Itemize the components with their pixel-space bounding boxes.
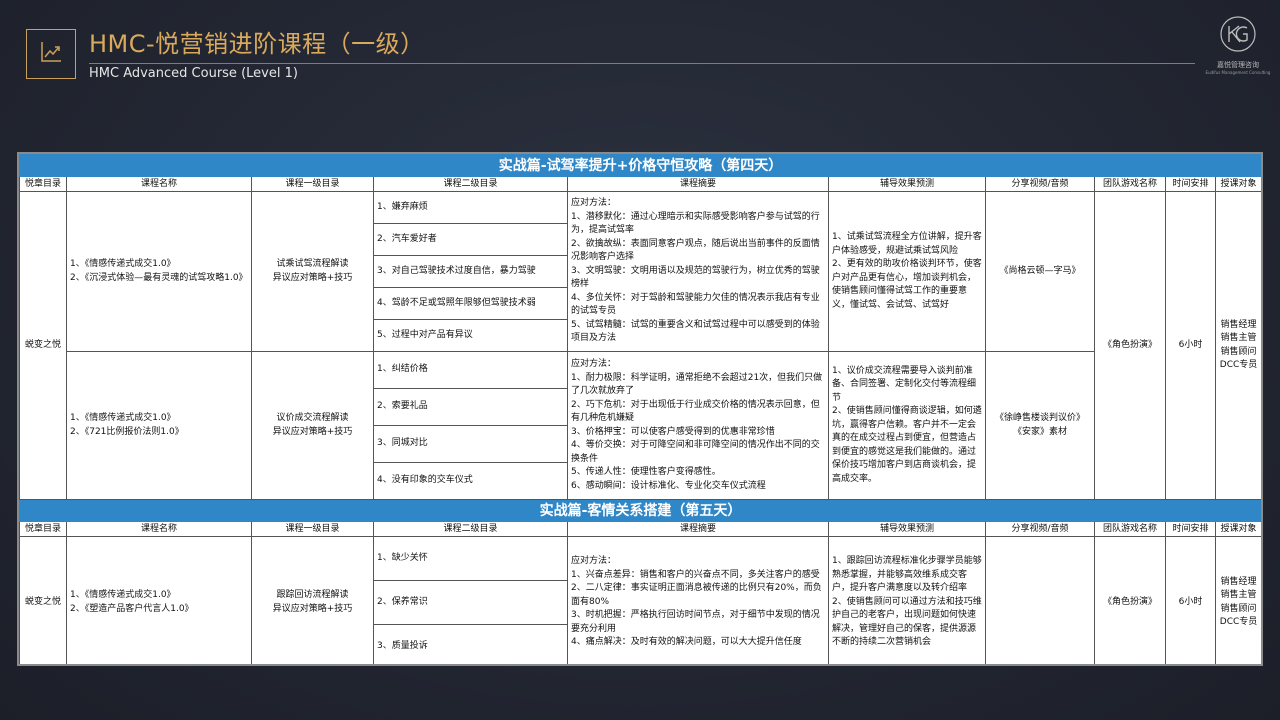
- level1-cell: 议价成交流程解读 异议应对策略+技巧: [251, 351, 374, 500]
- level2-item: 3、对自己驾驶技术过度自信，暴力驾驶: [373, 255, 568, 288]
- col-header: 课程名称: [66, 521, 252, 537]
- table-row: 蜕变之悦 1、《情感传递式成交1.0》 2、《塑造产品客户代言人1.0》 跟踪回…: [19, 536, 1261, 664]
- col-header: 辅导效果预测: [828, 176, 986, 192]
- audience-cell: 销售经理 销售主管 销售顾问 DCC专员: [1214, 536, 1261, 664]
- col-header: 团队游戏名称: [1094, 521, 1166, 537]
- col-header: 课程名称: [66, 176, 252, 192]
- col-header: 团队游戏名称: [1094, 176, 1166, 192]
- level2-item: 1、纠结价格: [373, 351, 568, 389]
- level2-item: 2、索要礼品: [373, 388, 568, 426]
- level2-item: 1、嫌弃麻烦: [373, 191, 568, 224]
- level2-item: 3、质量投诉: [373, 624, 568, 664]
- level1-cell: 跟踪回访流程解读 异议应对策略+技巧: [251, 536, 374, 664]
- level2-item: 5、过程中对产品有异议: [373, 319, 568, 352]
- col-header: 课程一级目录: [251, 176, 374, 192]
- effect-cell: 1、跟踪回访流程标准化步骤学员能够熟悉掌握，并能够高效维系成交客户，提升客户满意…: [828, 536, 986, 664]
- col-header: 授课对象: [1214, 521, 1261, 537]
- audience-cell: 销售经理 销售主管 销售顾问 DCC专员: [1214, 191, 1261, 500]
- table-row: 蜕变之悦 1、《情感传递式成交1.0》 2、《沉浸式体验—最有灵魂的试驾攻略1.…: [19, 191, 1261, 500]
- course-names-cell: 1、《情感传递式成交1.0》 2、《塑造产品客户代言人1.0》: [66, 536, 252, 664]
- level2-item: 4、驾龄不足或驾照年限够但驾驶技术弱: [373, 287, 568, 320]
- chapter-cell: 蜕变之悦: [19, 191, 67, 500]
- col-header: 辅导效果预测: [828, 521, 986, 537]
- day4-banner: 实战篇-试驾率提升+价格守恒攻略（第四天）: [19, 154, 1261, 177]
- summary-cell: 应对方法： 1、潜移默化：通过心理暗示和实际感受影响客户参与试驾的行为，提高试驾…: [567, 191, 829, 352]
- col-header: 时间安排: [1165, 521, 1216, 537]
- day5-banner: 实战篇-客情关系搭建（第五天）: [19, 499, 1261, 522]
- col-header: 课程摘要: [567, 521, 829, 537]
- course-table: 实战篇-试驾率提升+价格守恒攻略（第四天） 悦章目录 课程名称 课程一级目录 课…: [19, 154, 1262, 664]
- effect-cell: 1、试乘试驾流程全方位讲解，提升客户体验感受，规避试乘试驾风险 2、更有效的助攻…: [828, 191, 986, 352]
- page-subtitle: HMC Advanced Course (Level 1): [89, 66, 298, 81]
- course-names-cell: 1、《情感传递式成交1.0》 2、《沉浸式体验—最有灵魂的试驾攻略1.0》: [66, 191, 252, 352]
- table-header-row: 悦章目录 课程名称 课程一级目录 课程二级目录 课程摘要 辅导效果预测 分享视频…: [19, 176, 1261, 192]
- table-row: 1、《情感传递式成交1.0》 2、《721比例报价法则1.0》 议价成交流程解读…: [20, 351, 1262, 500]
- course-names-cell: 1、《情感传递式成交1.0》 2、《721比例报价法则1.0》: [66, 351, 252, 500]
- brand-logo: 嘉悦管理咨询 Eudifus Management Consulting: [1205, 14, 1271, 75]
- line-chart-icon: [38, 39, 64, 69]
- video-cell: 《尚格云顿—字马》: [985, 191, 1095, 352]
- video-cell: [985, 536, 1095, 664]
- brand-emblem-icon: [1220, 16, 1256, 52]
- level2-item: 3、同城对比: [373, 425, 568, 463]
- time-cell: 6小时: [1165, 191, 1216, 500]
- col-header: 课程摘要: [567, 176, 829, 192]
- summary-cell: 应对方法： 1、兴奋点差异：销售和客户的兴奋点不同，多关注客户的感受 2、二八定…: [567, 536, 829, 664]
- level2-item: 4、没有印象的交车仪式: [373, 462, 568, 500]
- page-title: HMC-悦营销进阶课程（一级）: [89, 30, 425, 58]
- summary-cell: 应对方法： 1、耐力极限：科学证明，通常拒绝不会超过21次，但我们只做了几次就放…: [567, 351, 829, 500]
- logo-box: [26, 29, 76, 79]
- level2-item: 2、保养常识: [373, 580, 568, 625]
- video-cell: 《徐峥售楼谈判议价》 《安家》素材: [985, 351, 1095, 500]
- effect-cell: 1、议价成交流程需要导入谈判前准备、合同签署、定制化交付等流程细节 2、使销售顾…: [828, 351, 986, 500]
- course-table-sheet: 实战篇-试驾率提升+价格守恒攻略（第四天） 悦章目录 课程名称 课程一级目录 课…: [17, 152, 1263, 666]
- brand-name-en: Eudifus Management Consulting: [1205, 70, 1271, 75]
- col-header: 时间安排: [1165, 176, 1216, 192]
- col-header: 课程二级目录: [373, 176, 568, 192]
- level1-cell: 试乘试驾流程解读 异议应对策略+技巧: [251, 191, 374, 352]
- col-header: 悦章目录: [19, 521, 67, 537]
- game-cell: 《角色扮演》: [1094, 191, 1166, 500]
- col-header: 悦章目录: [19, 176, 67, 192]
- time-cell: 6小时: [1165, 536, 1216, 664]
- col-header: 课程二级目录: [373, 521, 568, 537]
- level2-item: 2、汽车爱好者: [373, 223, 568, 256]
- divider: [89, 63, 1195, 64]
- brand-name-cn: 嘉悦管理咨询: [1217, 61, 1259, 69]
- col-header: 授课对象: [1214, 176, 1261, 192]
- table-header-row: 悦章目录 课程名称 课程一级目录 课程二级目录 课程摘要 辅导效果预测 分享视频…: [19, 521, 1261, 537]
- chapter-cell: 蜕变之悦: [19, 536, 67, 664]
- col-header: 课程一级目录: [251, 521, 374, 537]
- game-cell: 《角色扮演》: [1094, 536, 1166, 664]
- col-header: 分享视频/音频: [985, 176, 1095, 192]
- col-header: 分享视频/音频: [985, 521, 1095, 537]
- level2-item: 1、缺少关怀: [373, 536, 568, 581]
